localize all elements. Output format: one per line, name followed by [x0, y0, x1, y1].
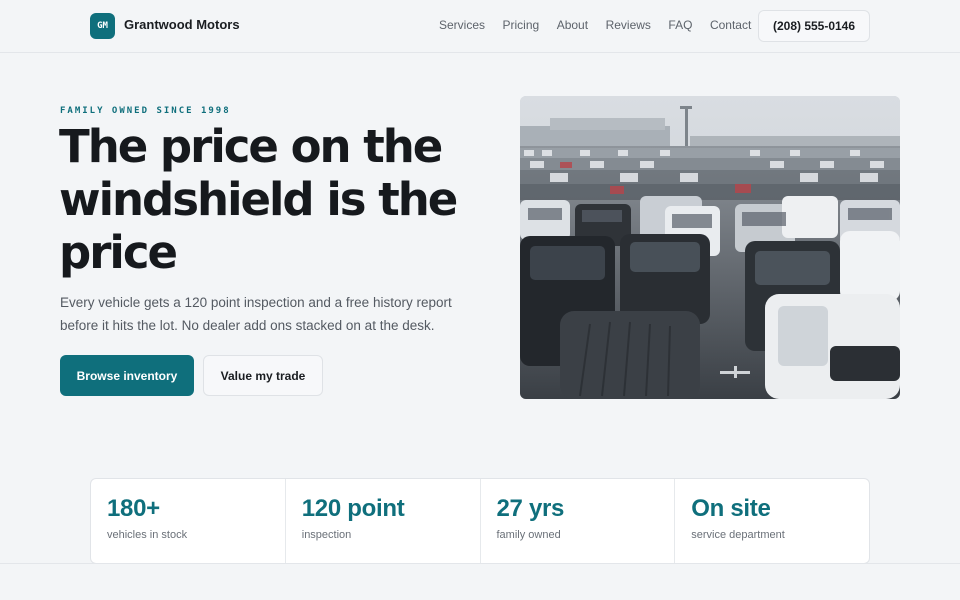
hero-subtext: Every vehicle gets a 120 point inspectio… — [60, 295, 452, 333]
nav-link-contact[interactable]: Contact — [710, 18, 751, 32]
nav-link-faq[interactable]: FAQ — [668, 18, 692, 32]
hero-eyebrow: FAMILY OWNED SINCE 1998 — [60, 106, 231, 116]
main-nav: Services Pricing About Reviews FAQ Conta… — [439, 18, 769, 32]
stat-value: 120 point — [301, 495, 405, 522]
hero-headline: The price on the windshield is the price — [59, 120, 458, 279]
section-divider — [0, 563, 960, 564]
stat-label: service department — [691, 529, 785, 541]
stat-item-years: 27 yrs family owned — [481, 479, 676, 563]
site-header: GM Grantwood Motors Services Pricing Abo… — [0, 0, 960, 53]
logo-badge[interactable]: GM — [90, 13, 115, 39]
nav-link-about[interactable]: About — [557, 18, 588, 32]
nav-link-pricing[interactable]: Pricing — [503, 18, 540, 32]
stat-value: 180+ — [107, 495, 160, 522]
stat-value: 27 yrs — [496, 495, 565, 522]
hero-photo-car-lot — [520, 96, 900, 399]
value-my-trade-button[interactable]: Value my trade — [203, 355, 323, 396]
stat-label: vehicles in stock — [107, 529, 188, 541]
nav-link-services[interactable]: Services — [439, 18, 485, 32]
stats-strip: 180+ vehicles in stock 120 point inspect… — [90, 478, 870, 564]
stat-item-inspection: 120 point inspection — [286, 479, 481, 563]
browse-inventory-button[interactable]: Browse inventory — [60, 355, 194, 396]
nav-link-reviews[interactable]: Reviews — [606, 18, 651, 32]
stat-label: inspection — [301, 529, 352, 541]
stat-label: family owned — [496, 529, 561, 541]
stat-item-service: On site service department — [675, 479, 869, 563]
stat-value: On site — [691, 495, 771, 522]
brand-name[interactable]: Grantwood Motors — [124, 17, 240, 32]
phone-button[interactable]: (208) 555-0146 — [758, 10, 870, 42]
stat-item-stock: 180+ vehicles in stock — [91, 479, 286, 563]
